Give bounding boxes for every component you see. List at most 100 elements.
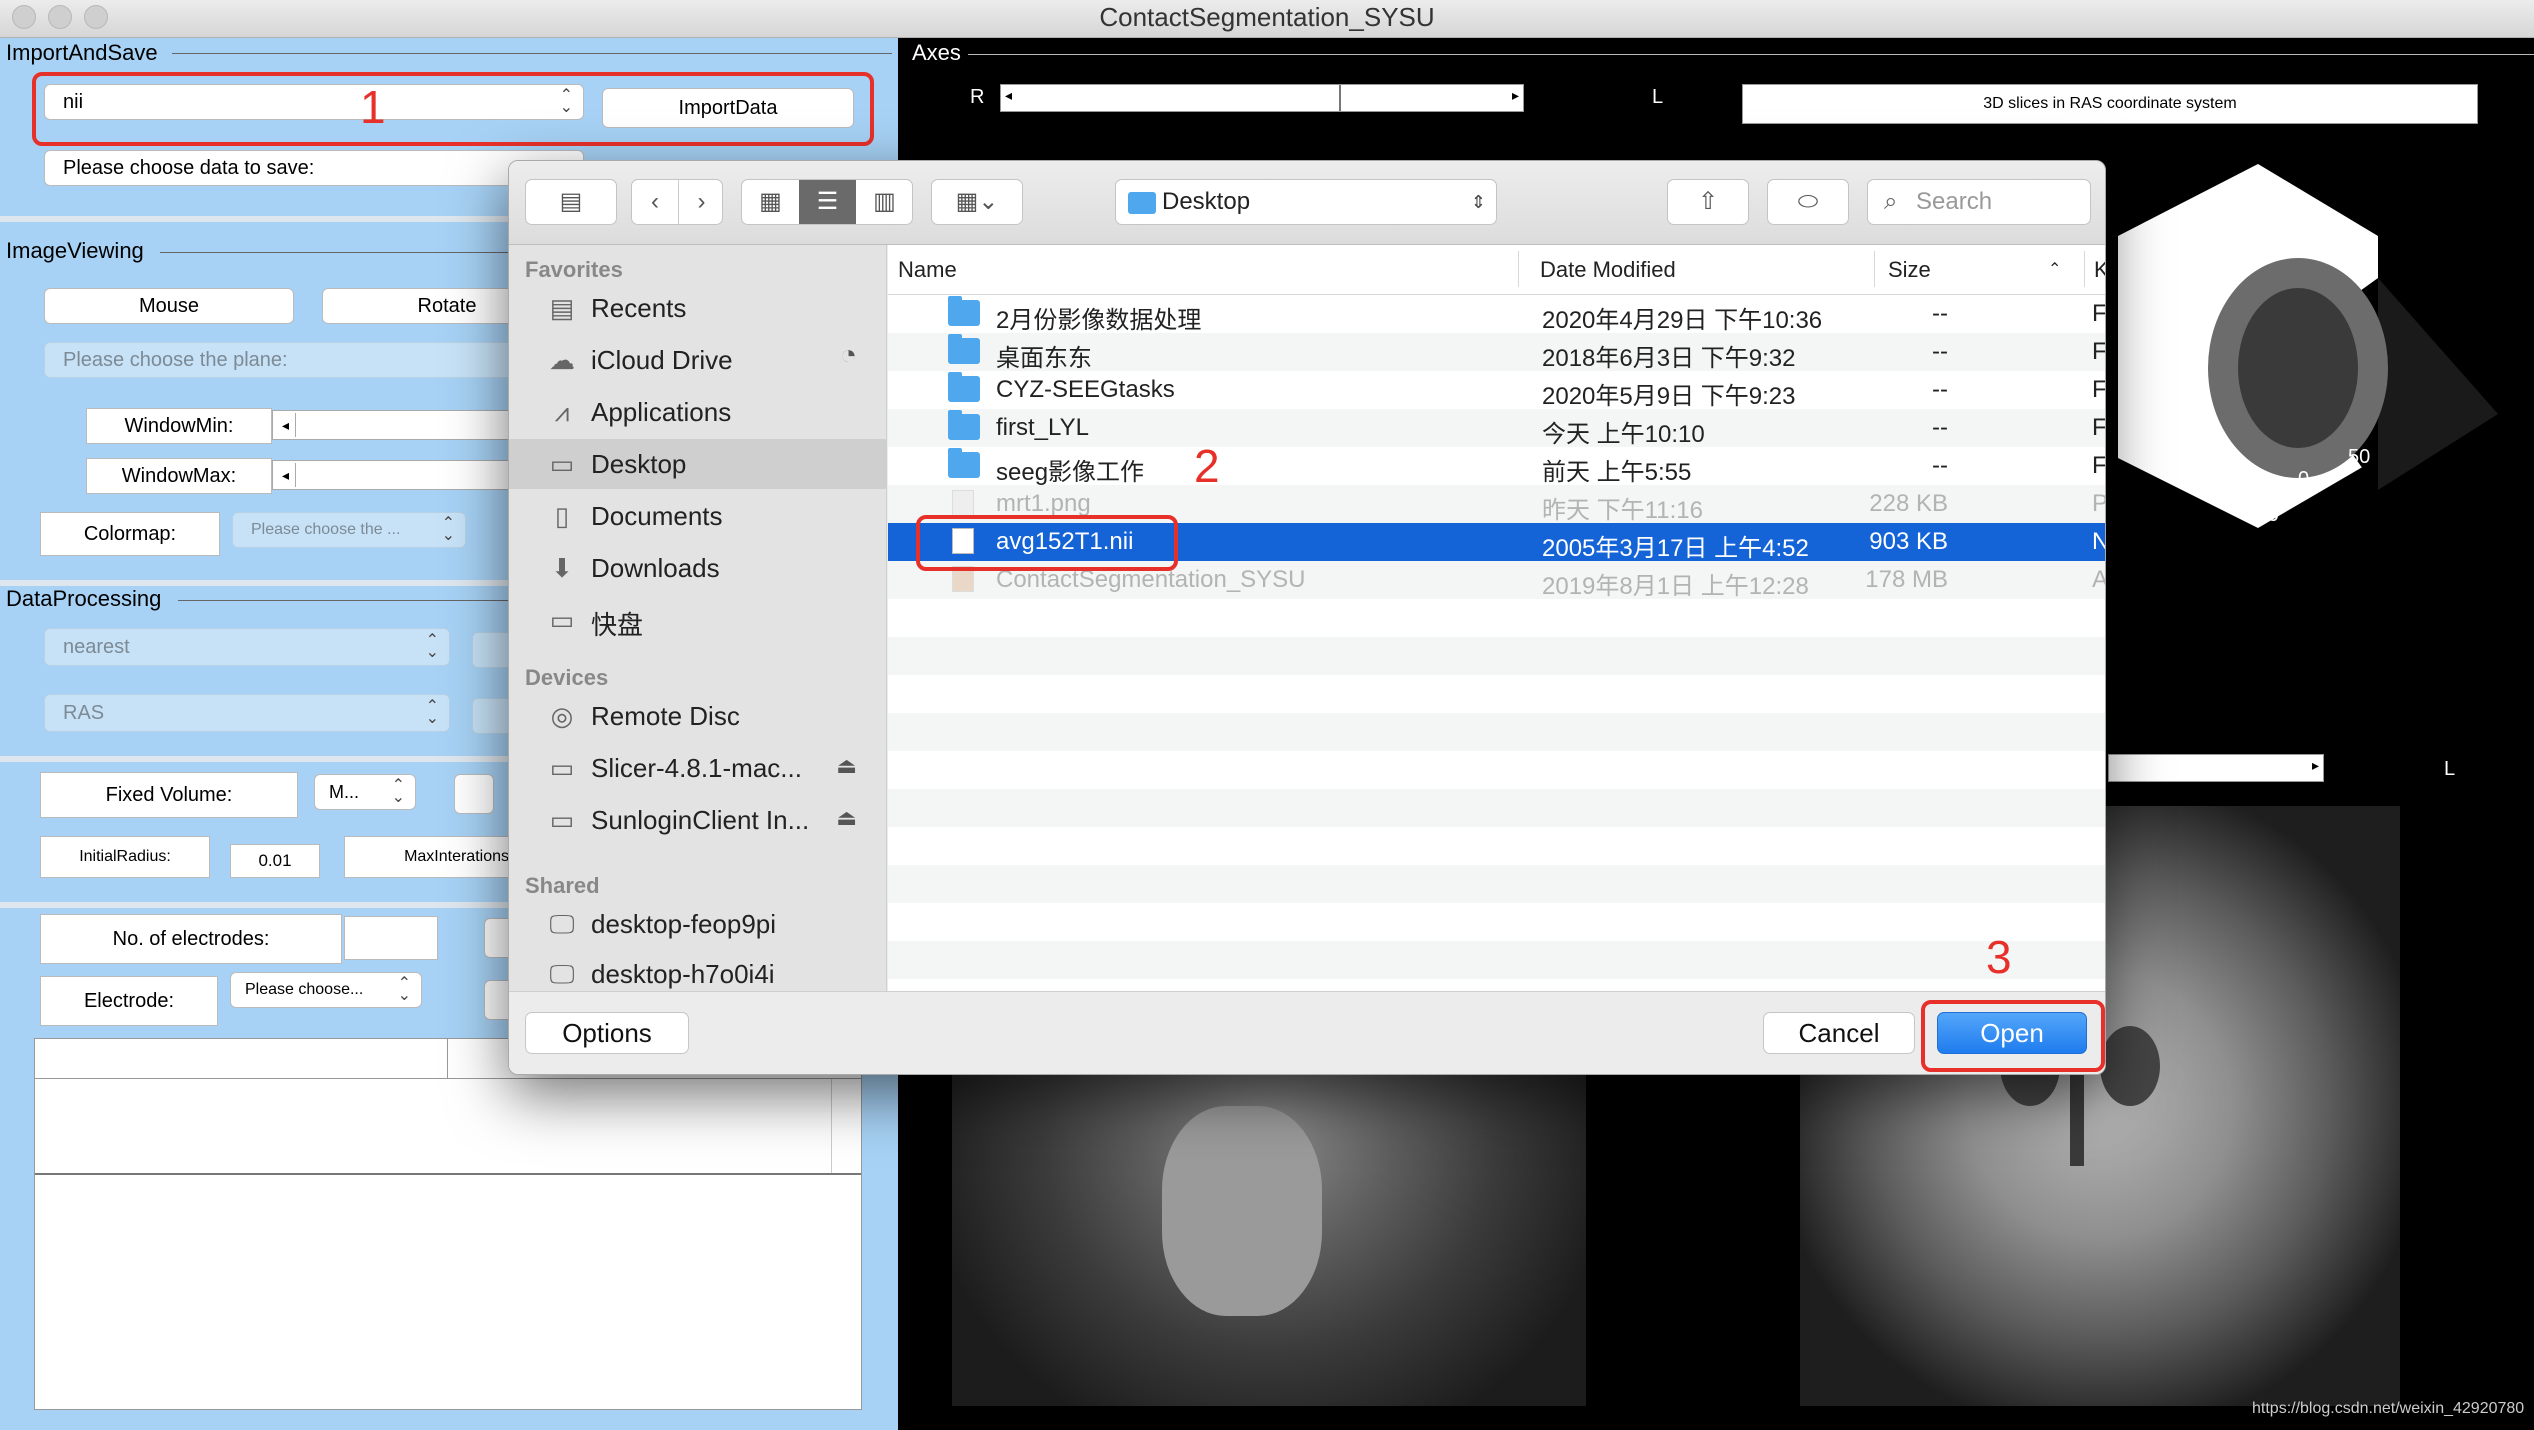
file-row[interactable]: 桌面东东2018年6月3日 下午9:32--Fo — [888, 333, 2105, 372]
group-by-icon[interactable]: ▦⌄ — [931, 179, 1023, 225]
axis-tick-minus50: -50 — [2250, 504, 2279, 526]
progress-circle-icon: ◔ — [840, 339, 857, 370]
plane-select[interactable]: Please choose the plane: — [44, 342, 584, 378]
results-table[interactable] — [34, 1038, 862, 1410]
folder-icon — [948, 334, 980, 364]
column-header-size[interactable]: Size — [1888, 257, 1931, 283]
coordinate-apply-button[interactable] — [472, 698, 512, 734]
mouse-button[interactable]: Mouse — [44, 288, 294, 324]
coordinate-select[interactable]: RAS ⌃ ⌄ — [44, 694, 450, 732]
chevron-left-icon[interactable]: ◂ — [276, 463, 296, 487]
interpolation-apply-button[interactable] — [472, 632, 512, 668]
annotation-number-1: 1 — [360, 81, 386, 133]
file-kind: Fo — [2092, 300, 2106, 327]
disk-image-icon: ▭ — [549, 805, 575, 835]
chevron-updown-icon: ⌃ ⌄ — [441, 515, 455, 544]
column-header-kind[interactable]: K — [2094, 257, 2105, 283]
view-mode-group: ▦ ☰ ▥ — [741, 179, 913, 225]
slider-thumb[interactable] — [1339, 85, 1341, 111]
file-row[interactable]: first_LYL 今天 上午10:10 -- Fo — [888, 409, 2105, 448]
dialog-footer: Options Cancel Open — [509, 991, 2105, 1074]
eject-icon[interactable]: ⏏ — [836, 805, 857, 831]
download-icon: ⬇ — [551, 553, 573, 583]
axes-title: Axes — [912, 40, 961, 65]
file-row[interactable]: seeg影像工作 前天 上午5:55 -- Fo — [888, 447, 2105, 486]
sidebar-item-applications[interactable]: ⩘ Applications — [509, 387, 887, 437]
sidebar-item-label: 快盘 — [591, 610, 644, 640]
chevron-updown-icon: ⌃ ⌄ — [425, 632, 439, 661]
column-header-date[interactable]: Date Modified — [1540, 257, 1676, 283]
sidebar-item-sunlogin[interactable]: ▭ SunloginClient In... ⏏ — [509, 795, 887, 845]
chevron-updown-icon: ⌃ ⌄ — [425, 698, 439, 727]
window-min-label: WindowMin: — [86, 408, 272, 444]
location-label: Desktop — [1162, 188, 1251, 215]
interpolation-select[interactable]: nearest ⌃ ⌄ — [44, 628, 450, 666]
chevron-right-icon[interactable]: ▸ — [2312, 757, 2319, 774]
file-name: CYZ-SEEGtasks — [996, 376, 1175, 403]
file-kind: P — [2092, 490, 2105, 518]
annotation-box-2 — [916, 515, 1178, 571]
empty-row — [888, 903, 2105, 941]
chevron-updown-icon: ⇕ — [1470, 192, 1486, 212]
sidebar-item-label: Slicer-4.8.1-mac... — [591, 753, 802, 783]
list-view-icon[interactable]: ☰ — [799, 180, 856, 224]
sidebar-item-documents[interactable]: ▯ Documents — [509, 491, 887, 541]
data-processing-title: DataProcessing — [6, 586, 162, 611]
sidebar-item-icloud-drive[interactable]: ☁ iCloud Drive ◔ — [509, 335, 887, 385]
computer-icon: 🖵 — [549, 909, 575, 939]
sidebar-item-shared-1[interactable]: 🖵 desktop-feop9pi — [509, 899, 887, 949]
fixed-volume-select[interactable]: M... ⌃ ⌄ — [314, 774, 416, 810]
electrode-count-label: No. of electrodes: — [40, 914, 342, 964]
file-list[interactable]: Name Date Modified Size ⌃ K 2月份影像数据处理202… — [888, 245, 2106, 991]
table-scrollbar[interactable] — [831, 1079, 861, 1173]
options-button[interactable]: Options — [525, 1012, 689, 1054]
initial-radius-input[interactable]: 0.01 — [230, 844, 320, 878]
folder-icon — [1128, 192, 1156, 214]
icon-view-icon[interactable]: ▦ — [742, 180, 799, 224]
eject-icon[interactable]: ⏏ — [836, 753, 857, 779]
save-data-select[interactable]: Please choose data to save: — [44, 150, 584, 186]
sidebar-item-remote-disc[interactable]: ◎ Remote Disc — [509, 691, 887, 741]
sidebar-item-downloads[interactable]: ⬇ Downloads — [509, 543, 887, 593]
sidebar-toggle-icon[interactable]: ▤ — [525, 179, 617, 225]
back-icon[interactable]: ‹ — [632, 180, 678, 224]
cancel-button[interactable]: Cancel — [1763, 1012, 1915, 1054]
top-slice-slider[interactable]: ◂ ▸ — [1000, 84, 1524, 112]
lower-slice-slider[interactable]: ▸ — [2108, 754, 2324, 782]
applications-icon: ⩘ — [554, 397, 570, 427]
folder-icon — [948, 372, 980, 402]
folder-icon — [948, 410, 980, 440]
colormap-select[interactable]: Please choose the ... ⌃ ⌄ — [232, 512, 466, 548]
file-row[interactable]: CYZ-SEEGtasks2020年5月9日 下午9:23--Fo — [888, 371, 2105, 410]
computer-icon: 🖵 — [549, 959, 575, 989]
location-popup[interactable]: Desktop ⇕ — [1115, 179, 1497, 225]
electrode-select[interactable]: Please choose... ⌃ ⌄ — [230, 972, 422, 1008]
column-header-name[interactable]: Name — [898, 257, 957, 283]
share-icon[interactable]: ⇧ — [1667, 179, 1749, 225]
chevron-left-icon[interactable]: ◂ — [276, 413, 296, 437]
document-icon: ▯ — [554, 501, 570, 531]
colormap-label: Colormap: — [40, 512, 220, 556]
sidebar-item-recents[interactable]: ▤ Recents — [509, 283, 887, 333]
column-view-icon[interactable]: ▥ — [856, 180, 913, 224]
forward-icon[interactable]: › — [678, 180, 724, 224]
fixed-volume-button[interactable] — [454, 774, 494, 814]
search-field[interactable]: ⌕ Search — [1867, 179, 2091, 225]
favorites-header: Favorites — [525, 257, 623, 282]
file-row[interactable]: 2月份影像数据处理2020年4月29日 下午10:36--Fo — [888, 295, 2106, 334]
axis-tick-0: 0 — [2298, 468, 2309, 490]
file-size: -- — [1932, 414, 1948, 441]
sidebar-item-label: Applications — [591, 397, 732, 427]
electrode-count-input[interactable] — [344, 916, 438, 960]
tag-icon[interactable]: ⬭ — [1767, 179, 1849, 225]
title-bar: ContactSegmentation_SYSU — [0, 0, 2534, 38]
chevron-left-icon[interactable]: ◂ — [1005, 87, 1012, 104]
file-name: first_LYL — [996, 414, 1089, 441]
annotation-box-1 — [32, 72, 874, 146]
sidebar-item-slicer[interactable]: ▭ Slicer-4.8.1-mac... ⏏ — [509, 743, 887, 793]
slider-label-r: R — [970, 86, 985, 108]
sidebar-item-kuaipan[interactable]: ▭ 快盘 — [509, 595, 887, 645]
sidebar-item-desktop[interactable]: ▭ Desktop — [509, 439, 887, 489]
file-size: 178 MB — [1865, 566, 1948, 593]
chevron-right-icon[interactable]: ▸ — [1512, 87, 1519, 104]
